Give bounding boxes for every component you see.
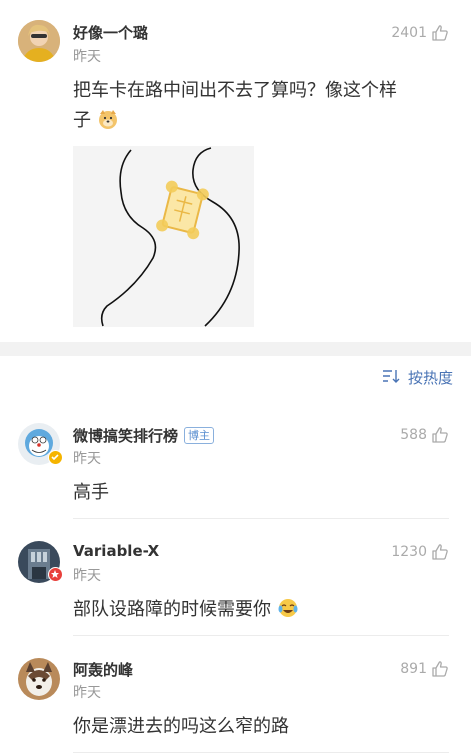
comment-text: 把车卡在路中间出不去了算吗？像这个样 子 [73,76,397,140]
like-count: 2401 [391,25,427,41]
laugh-cry-emoji-icon [277,597,299,629]
like-button[interactable]: 2401 [391,24,449,42]
comment-text: 部队设路障的时候需要你 [73,595,299,629]
comment-time: 昨天 [73,49,101,65]
comment-item: 好像一个璐 昨天 2401 把车卡在路中间出不去了算吗？像这个样 子 [0,0,471,342]
comment-time: 昨天 [73,685,101,701]
avatar[interactable] [18,20,60,62]
divider [73,518,449,519]
username[interactable]: 微博搞笑排行榜 博主 [73,425,215,446]
verified-badge-icon [48,450,63,465]
like-count: 1230 [391,544,427,560]
comment-text-body: 部队设路障的时候需要你 [73,599,271,620]
vip-badge-icon [48,567,63,582]
like-button[interactable]: 1230 [391,543,449,561]
comment-text-line: 子 [73,106,397,140]
like-button[interactable]: 891 [400,660,449,678]
comment-text-tail: 子 [73,110,91,131]
username-text: 微博搞笑排行榜 [73,427,179,445]
thumbs-up-icon [431,543,449,561]
sort-label: 按热度 [407,369,453,387]
like-count: 588 [400,427,427,443]
comment-text: 高手 [73,482,109,503]
thumbs-up-icon [431,660,449,678]
section-divider [0,342,471,356]
like-count: 891 [400,661,427,677]
username[interactable]: 好像一个璐 [73,22,148,43]
username[interactable]: 阿轰的峰 [73,659,133,680]
comment-text-line: 把车卡在路中间出不去了算吗？像这个样 [73,80,397,101]
like-button[interactable]: 588 [400,426,449,444]
sort-by-heat-button[interactable]: 按热度 [382,367,453,388]
avatar[interactable] [18,658,60,700]
comment-time: 昨天 [73,451,101,467]
comment-text: 你是漂进去的吗这么窄的路 [73,716,289,737]
sort-icon [382,368,402,388]
comment-time: 昨天 [73,568,101,584]
thumbs-up-icon [431,426,449,444]
doge-emoji-icon [97,108,119,140]
comment-image[interactable] [73,146,254,327]
author-badge: 博主 [184,427,215,444]
divider [73,635,449,636]
username[interactable]: Variable-X [73,542,159,560]
thumbs-up-icon [431,24,449,42]
divider [73,752,449,753]
